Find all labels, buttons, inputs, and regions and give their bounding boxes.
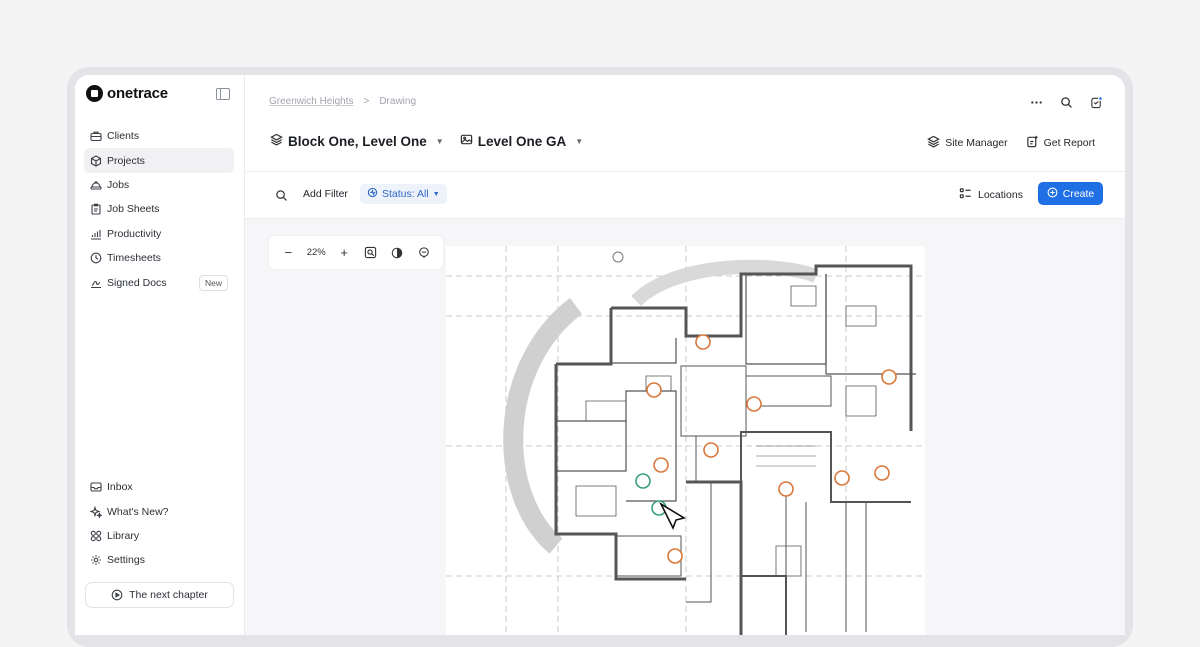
image-icon <box>460 133 473 149</box>
more-options-icon[interactable] <box>1029 95 1043 109</box>
title-row: Block One, Level One ▼ Level One GA ▼ <box>270 133 583 149</box>
header-actions <box>1029 95 1103 109</box>
clock-icon <box>90 252 102 264</box>
sidebar: onetrace Clients Projects Jobs Job Sheet… <box>75 75 245 635</box>
status-filter-pill[interactable]: Status: All ▼ <box>360 184 447 204</box>
signature-icon <box>90 277 102 289</box>
completed-pins <box>635 473 667 516</box>
cube-icon <box>90 154 102 167</box>
location-selector[interactable]: Block One, Level One ▼ <box>270 133 444 149</box>
sidebar-item-label: Settings <box>107 554 145 567</box>
filter-toolbar: Add Filter Status: All ▼ Locations Creat… <box>245 172 1125 218</box>
sidebar-item-settings[interactable]: Settings <box>84 548 234 572</box>
zoom-controls: − 22% + <box>269 236 443 269</box>
chart-icon <box>90 228 102 240</box>
grid-icon <box>90 530 102 542</box>
breadcrumb: Greenwich Heights > Drawing <box>269 96 416 107</box>
zoom-level: 22% <box>306 247 326 258</box>
new-badge: New <box>198 274 228 291</box>
next-chapter-button[interactable]: The next chapter <box>85 582 234 608</box>
report-icon <box>1026 135 1039 151</box>
create-button[interactable]: Create <box>1038 182 1103 205</box>
brand-logo[interactable]: onetrace <box>86 85 168 102</box>
get-report-label: Get Report <box>1043 137 1095 149</box>
sidebar-item-label: What's New? <box>107 505 169 518</box>
sidebar-item-label: Inbox <box>107 481 133 494</box>
zoom-fit-icon[interactable] <box>363 245 379 261</box>
zoom-in-icon[interactable]: + <box>336 245 352 261</box>
create-label: Create <box>1062 187 1095 200</box>
sidebar-item-label: Projects <box>107 154 145 167</box>
breadcrumb-project-link[interactable]: Greenwich Heights <box>269 96 353 107</box>
sidebar-nav: Clients Projects Jobs Job Sheets Product… <box>84 124 234 295</box>
layers-icon <box>927 135 941 151</box>
sidebar-item-label: Job Sheets <box>107 203 160 216</box>
sidebar-item-label: Library <box>107 529 140 542</box>
floor-plan-drawing[interactable] <box>446 246 925 635</box>
locations-button[interactable]: Locations <box>959 187 1023 203</box>
search-icon[interactable] <box>274 188 288 202</box>
sidebar-item-label: Timesheets <box>107 252 161 265</box>
site-manager-label: Site Manager <box>945 137 1008 149</box>
breadcrumb-separator: > <box>363 96 370 107</box>
status-filter-label: Status: All <box>382 188 429 200</box>
locations-label: Locations <box>978 189 1023 201</box>
sidebar-collapse-icon[interactable] <box>216 88 230 100</box>
sidebar-item-inbox[interactable]: Inbox <box>84 475 234 499</box>
brand-name: onetrace <box>107 85 168 102</box>
sidebar-item-job-sheets[interactable]: Job Sheets <box>84 197 234 221</box>
plus-circle-icon <box>1047 187 1058 201</box>
pin-toggle-icon[interactable] <box>416 245 432 261</box>
inbox-icon <box>90 481 102 493</box>
drawing-selector-label: Level One GA <box>477 133 567 149</box>
location-selector-label: Block One, Level One <box>288 133 427 149</box>
layers-icon <box>270 133 283 149</box>
app-window: onetrace Clients Projects Jobs Job Sheet… <box>75 75 1125 635</box>
drawing-viewer[interactable]: − 22% + <box>245 218 1125 635</box>
sidebar-item-label: Jobs <box>107 178 130 191</box>
play-circle-icon <box>111 589 123 601</box>
onetrace-logo-icon <box>86 85 103 102</box>
sidebar-item-clients[interactable]: Clients <box>84 124 234 148</box>
floor-plan-canvas <box>446 246 925 635</box>
sidebar-item-productivity[interactable]: Productivity <box>84 222 234 246</box>
add-filter-button[interactable]: Add Filter <box>303 188 348 200</box>
drawing-selector[interactable]: Level One GA ▼ <box>460 133 583 149</box>
chevron-down-icon: ▼ <box>575 136 584 146</box>
briefcase-icon <box>90 130 102 142</box>
sidebar-bottom-nav: Inbox What's New? Library Settings <box>84 475 234 573</box>
sidebar-item-whats-new[interactable]: What's New? <box>84 499 234 523</box>
next-chapter-label: The next chapter <box>129 589 208 601</box>
contrast-icon[interactable] <box>389 245 405 261</box>
status-icon <box>367 187 378 201</box>
sparkle-icon <box>90 505 102 518</box>
chevron-down-icon: ▼ <box>432 190 440 198</box>
list-icon <box>959 187 972 203</box>
main-content: Greenwich Heights > Drawing Block One, L… <box>245 75 1125 635</box>
sidebar-item-signed-docs[interactable]: Signed Docs New <box>84 270 234 294</box>
sidebar-item-timesheets[interactable]: Timesheets <box>84 246 234 270</box>
clipboard-icon <box>90 203 102 215</box>
get-report-button[interactable]: Get Report <box>1026 135 1095 151</box>
gear-icon <box>90 554 102 566</box>
sidebar-item-label: Signed Docs <box>107 276 167 289</box>
cursor-pointer <box>659 501 687 530</box>
chevron-down-icon: ▼ <box>435 136 444 146</box>
search-icon[interactable] <box>1059 95 1073 109</box>
sidebar-item-jobs[interactable]: Jobs <box>84 173 234 197</box>
issue-pins <box>646 334 897 564</box>
breadcrumb-current: Drawing <box>379 96 417 107</box>
sidebar-item-library[interactable]: Library <box>84 524 234 548</box>
title-actions: Site Manager Get Report <box>927 135 1095 151</box>
sidebar-item-projects[interactable]: Projects <box>84 148 234 173</box>
notifications-icon[interactable] <box>1089 95 1103 109</box>
sidebar-item-label: Productivity <box>107 227 162 240</box>
site-manager-button[interactable]: Site Manager <box>927 135 1008 151</box>
zoom-out-icon[interactable]: − <box>280 245 296 261</box>
sidebar-item-label: Clients <box>107 130 140 143</box>
hardhat-icon <box>90 179 102 191</box>
